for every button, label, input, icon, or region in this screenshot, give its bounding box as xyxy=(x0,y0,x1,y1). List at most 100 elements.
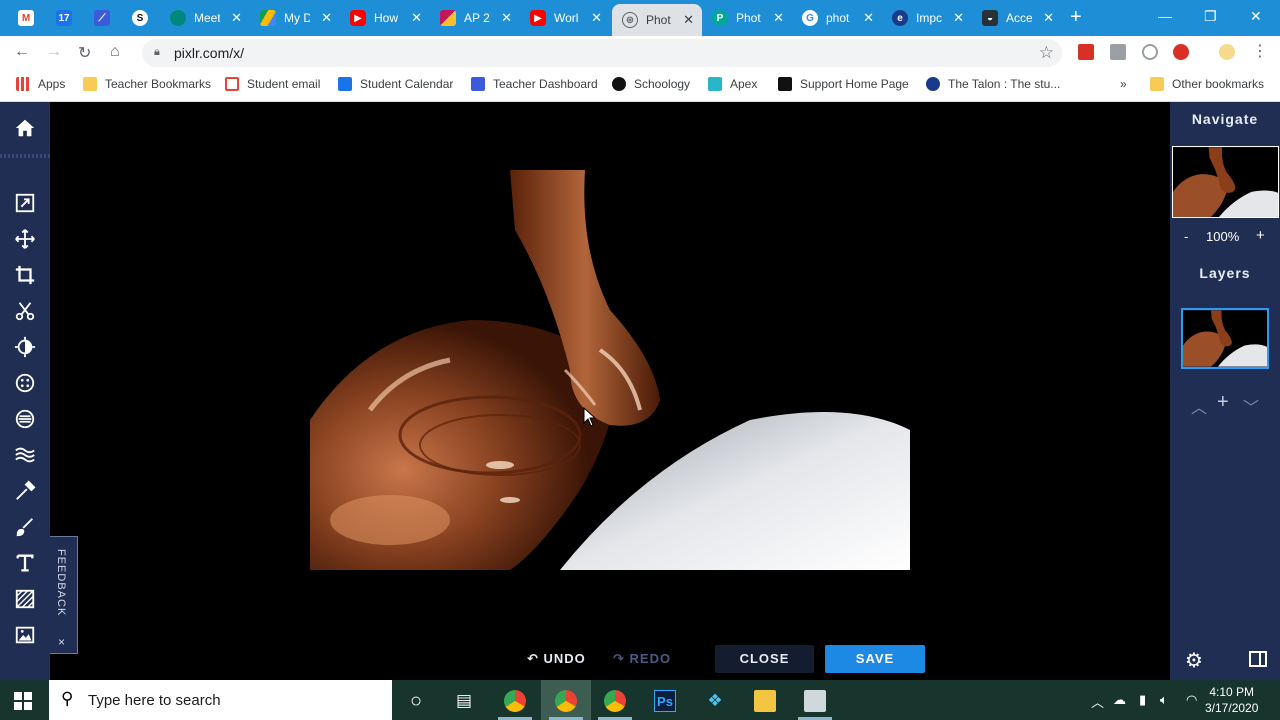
app-icon[interactable]: ❖ xyxy=(704,690,726,712)
close-icon[interactable]: ✕ xyxy=(321,10,332,26)
bookmark-the-talon[interactable]: The Talon : The stu... xyxy=(926,77,1060,91)
arrange-icon[interactable] xyxy=(13,192,37,216)
ie-icon: e xyxy=(892,10,908,26)
window-close-icon[interactable]: ✕ xyxy=(1250,8,1262,25)
chrome-icon[interactable] xyxy=(504,690,526,712)
tab-pixlr[interactable]: P Phot ✕ xyxy=(702,4,792,32)
taskbar-search-box[interactable]: ⚲ Type here to search xyxy=(49,680,392,720)
tab-youtube-how[interactable]: ▶ How ✕ xyxy=(340,4,430,32)
close-button[interactable]: CLOSE xyxy=(715,645,814,673)
windows-start-icon[interactable] xyxy=(14,692,32,710)
close-icon[interactable]: ✕ xyxy=(683,12,694,28)
home-icon[interactable] xyxy=(13,117,37,141)
task-view-icon[interactable]: ▤ xyxy=(453,690,475,712)
effect-icon[interactable] xyxy=(13,408,37,432)
navigator-thumbnail[interactable] xyxy=(1172,146,1279,218)
close-icon[interactable]: ✕ xyxy=(231,10,242,26)
tab-google[interactable]: G phot ✕ xyxy=(792,4,882,32)
reload-icon[interactable]: ↻ xyxy=(78,43,91,63)
layer-down-icon[interactable]: ﹀ xyxy=(1243,394,1259,418)
volume-icon[interactable]: 🔈︎ xyxy=(1160,692,1168,708)
bookmark-teacher-bookmarks[interactable]: Teacher Bookmarks xyxy=(83,77,211,91)
close-icon[interactable]: ✕ xyxy=(501,10,512,26)
bookmark-apex[interactable]: Apex xyxy=(708,77,757,91)
tab-apex[interactable]: ⟋ xyxy=(84,4,124,32)
tab-gmail[interactable]: M xyxy=(8,4,48,32)
bookmark-apps[interactable]: Apps xyxy=(16,77,65,91)
taskbar-clock[interactable]: 4:10 PM 3/17/2020 xyxy=(1205,684,1258,716)
restore-icon[interactable]: ❐ xyxy=(1204,8,1217,25)
close-icon[interactable]: ✕ xyxy=(953,10,964,26)
new-tab-button[interactable]: + xyxy=(1070,7,1082,27)
tab-calendar[interactable]: 17 xyxy=(46,4,86,32)
profile-avatar[interactable] xyxy=(1219,44,1235,60)
tab-meet[interactable]: Meet ✕ xyxy=(160,4,250,32)
zoom-out-button[interactable]: - xyxy=(1184,229,1188,244)
cortana-icon[interactable]: ○ xyxy=(405,690,427,712)
canvas-image[interactable] xyxy=(310,170,910,570)
app-icon[interactable] xyxy=(804,690,826,712)
settings-gear-icon[interactable]: ⚙ xyxy=(1185,648,1203,673)
chrome-icon[interactable] xyxy=(555,690,577,712)
tab-impc[interactable]: e Impc ✕ xyxy=(882,4,972,32)
close-icon[interactable]: ✕ xyxy=(863,10,874,26)
bookmark-student-calendar[interactable]: Student Calendar xyxy=(338,77,453,91)
close-icon[interactable]: ✕ xyxy=(1043,10,1054,26)
add-image-icon[interactable] xyxy=(13,624,37,648)
photoshop-icon[interactable]: Ps xyxy=(654,690,676,712)
liquify-icon[interactable] xyxy=(13,444,37,468)
bookmark-other[interactable]: Other bookmarks xyxy=(1150,77,1264,91)
close-icon[interactable]: ✕ xyxy=(411,10,422,26)
close-icon[interactable]: ✕ xyxy=(591,10,602,26)
forward-icon[interactable]: → xyxy=(46,43,62,61)
feedback-tab[interactable]: FEEDBACK × xyxy=(50,536,78,654)
adjust-icon[interactable] xyxy=(13,336,37,360)
undo-button[interactable]: ↶ UNDO xyxy=(527,651,586,667)
element-pattern-icon[interactable] xyxy=(13,588,37,612)
tab-pixlr-active[interactable]: ⊛ Phot ✕ xyxy=(612,4,702,36)
wifi-icon[interactable]: ◠ xyxy=(1186,692,1197,708)
bookmark-star-icon[interactable]: ☆ xyxy=(1039,43,1054,63)
move-icon[interactable] xyxy=(13,228,37,252)
save-button[interactable]: SAVE xyxy=(825,645,925,673)
battery-icon[interactable]: ▮ xyxy=(1139,692,1146,708)
add-layer-icon[interactable]: + xyxy=(1217,391,1229,414)
extension-icon[interactable] xyxy=(1110,44,1126,60)
tab-schoology[interactable]: S xyxy=(122,4,162,32)
crop-icon[interactable] xyxy=(13,264,37,288)
draw-brush-icon[interactable] xyxy=(13,516,37,540)
tab-drive[interactable]: My D ✕ xyxy=(250,4,340,32)
zoom-in-button[interactable]: + xyxy=(1256,227,1265,244)
tab-youtube-world[interactable]: ▶ Worl ✕ xyxy=(520,4,610,32)
bookmarks-overflow-icon[interactable]: » xyxy=(1120,77,1127,91)
redo-button[interactable]: ↷ REDO xyxy=(613,651,671,667)
extension-icon[interactable] xyxy=(1078,44,1094,60)
filter-icon[interactable] xyxy=(13,372,37,396)
panel-toggle-icon[interactable] xyxy=(1249,651,1267,667)
back-icon[interactable]: ← xyxy=(14,43,30,61)
adblock-icon[interactable] xyxy=(1173,44,1189,60)
chrome-icon[interactable] xyxy=(604,690,626,712)
menu-icon[interactable]: ⋮ xyxy=(1252,41,1268,61)
bookmark-schoology[interactable]: Schoology xyxy=(612,77,690,91)
layer-thumbnail[interactable] xyxy=(1181,308,1269,369)
file-explorer-icon[interactable] xyxy=(754,690,776,712)
show-hidden-icons-icon[interactable]: ︿ xyxy=(1091,692,1104,711)
cutout-scissors-icon[interactable] xyxy=(13,300,37,324)
retouch-icon[interactable] xyxy=(13,480,37,504)
address-bar[interactable]: 🔒︎ pixlr.com/x/ ☆ xyxy=(142,39,1062,67)
feedback-close-icon[interactable]: × xyxy=(58,635,65,649)
layer-up-icon[interactable]: ︿ xyxy=(1191,394,1207,418)
bookmark-support-home[interactable]: Support Home Page xyxy=(778,77,909,91)
help-icon[interactable] xyxy=(1142,44,1158,60)
minimize-icon[interactable]: — xyxy=(1158,8,1172,24)
tab-title: Phot xyxy=(736,11,761,25)
home-icon[interactable]: ⌂ xyxy=(110,43,120,61)
text-icon[interactable] xyxy=(13,552,37,576)
bookmark-teacher-dashboard[interactable]: Teacher Dashboard xyxy=(471,77,598,91)
onedrive-cloud-icon[interactable]: ☁ xyxy=(1113,692,1126,708)
bookmark-student-email[interactable]: Student email xyxy=(225,77,320,91)
tab-access[interactable]: ◒ Acce ✕ xyxy=(972,4,1062,32)
tab-ap[interactable]: AP 2 ✕ xyxy=(430,4,520,32)
close-icon[interactable]: ✕ xyxy=(773,10,784,26)
